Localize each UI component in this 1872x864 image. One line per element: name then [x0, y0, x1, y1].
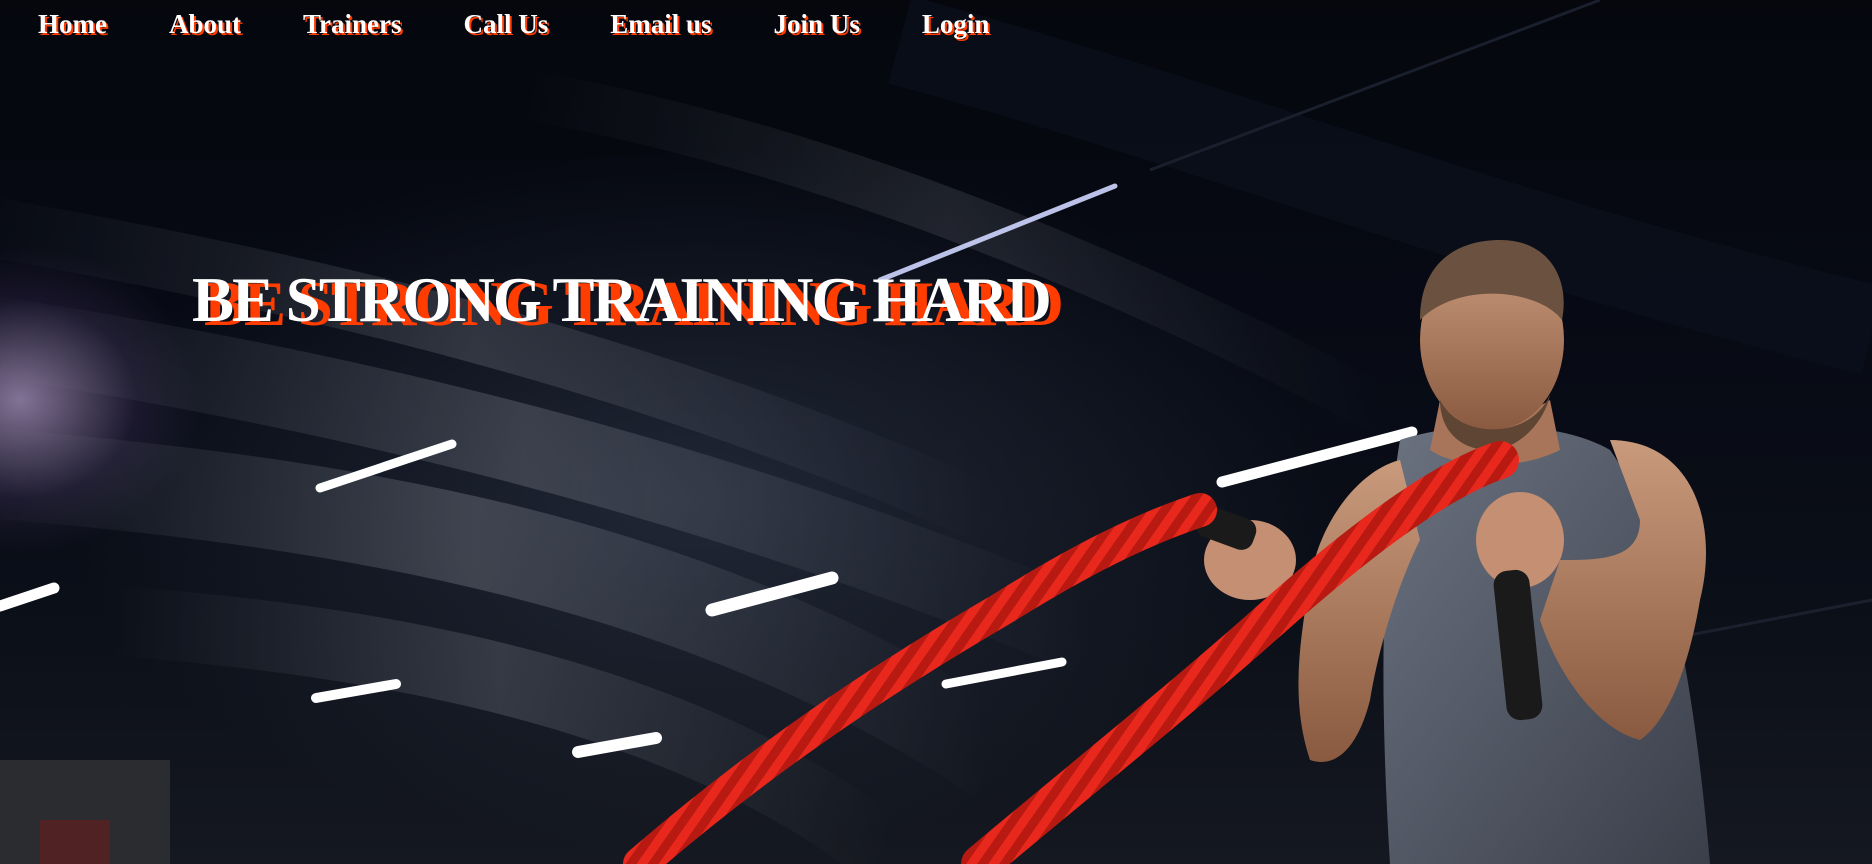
hero-headline: BE STRONG TRAINING HARD — [192, 265, 1052, 335]
hero-background-image — [0, 0, 1872, 864]
nav-home-link[interactable]: Home — [38, 6, 107, 42]
nav-about-link[interactable]: About — [169, 6, 241, 42]
nav-call-us-link[interactable]: Call Us — [464, 6, 549, 42]
nav-trainers-link[interactable]: Trainers — [303, 6, 401, 42]
gym-equipment-detail — [40, 820, 110, 864]
hero-section: Home About Trainers Call Us Email us Joi… — [0, 0, 1872, 864]
top-navigation: Home About Trainers Call Us Email us Joi… — [38, 6, 989, 42]
nav-email-us-link[interactable]: Email us — [610, 6, 711, 42]
nav-join-us-link[interactable]: Join Us — [774, 6, 860, 42]
nav-login-link[interactable]: Login — [922, 6, 990, 42]
